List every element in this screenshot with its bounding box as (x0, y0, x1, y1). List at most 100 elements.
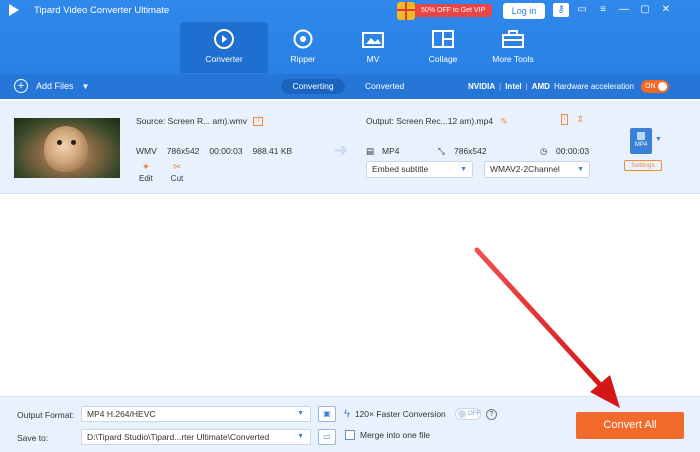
chevron-down-icon[interactable]: ▼ (82, 82, 90, 91)
pencil-icon[interactable]: ✎ (500, 116, 507, 126)
hw-acceleration-toggle[interactable]: ON (641, 80, 669, 93)
edit-button[interactable]: ✦ Edit (139, 162, 153, 183)
chevron-down-icon: ▼ (297, 410, 304, 417)
source-duration: 00:00:03 (209, 146, 243, 156)
tab-ripper[interactable]: Ripper (268, 22, 338, 70)
settings-button[interactable]: Settings (624, 160, 662, 171)
chevron-down-icon: ▼ (297, 433, 304, 440)
main-nav: Converter Ripper MV Collage More Tools (180, 22, 548, 73)
audio-value: WMAV2-2Channel (490, 164, 560, 174)
login-button[interactable]: Log in (503, 3, 545, 19)
chevron-down-icon: ▼ (577, 166, 584, 173)
disc-icon (293, 29, 313, 49)
info-icon[interactable]: i (253, 117, 264, 127)
tab-mv[interactable]: MV (338, 22, 408, 70)
menu-icon[interactable]: ≡ (595, 3, 611, 17)
vip-promo-label[interactable]: 50% OFF to Get VIP (413, 4, 493, 17)
gift-icon (397, 1, 415, 20)
hw-intel: Intel (505, 82, 522, 91)
output-format-value: MP4 H.264/HEVC (87, 409, 156, 419)
subtitle-value: Embed subtitle (372, 164, 429, 174)
output-filename: Output: Screen Rec...12 am).mp4 (366, 116, 494, 126)
tab-collage-label: Collage (428, 54, 458, 64)
add-files-button[interactable]: + Add Files ▼ (14, 79, 89, 93)
convert-all-button[interactable]: Convert All (576, 412, 684, 439)
merge-option[interactable]: Merge into one file (345, 430, 430, 440)
tab-more-tools-label: More Tools (492, 54, 534, 64)
merge-checkbox[interactable] (345, 430, 355, 440)
output-format: MP4 (382, 146, 400, 156)
output-format-select[interactable]: MP4 H.264/HEVC ▼ (81, 406, 311, 422)
window-controls: ⚷ ▭ ≡ — ▢ ✕ (553, 3, 679, 17)
app-logo-icon (9, 4, 19, 16)
close-icon[interactable]: ✕ (658, 3, 674, 17)
faster-conversion-toggle[interactable]: OFF (454, 408, 481, 420)
film-icon: ▤ (366, 146, 375, 156)
edit-label: Edit (139, 174, 153, 183)
save-to-select[interactable]: D:\Tipard Studio\Tipard...rter Ultimate\… (81, 429, 311, 445)
faster-conversion: ϟ 120× Faster Conversion OFF ? (344, 408, 497, 420)
key-icon[interactable]: ⚷ (553, 3, 569, 17)
app-title: Tipard Video Converter Ultimate (34, 5, 170, 16)
output-resolution: 786x542 (454, 146, 487, 156)
tab-collage[interactable]: Collage (408, 22, 478, 70)
video-thumbnail[interactable] (14, 118, 120, 178)
format-settings-icon[interactable]: ▣ (318, 406, 336, 422)
output-info: Output: Screen Rec...12 am).mp4 ✎ (366, 116, 508, 127)
compress-icon[interactable]: ⇕ (576, 114, 584, 125)
source-resolution: 786x542 (166, 146, 200, 156)
faster-label: 120× Faster Conversion (354, 409, 446, 419)
source-meta: WMV 786x542 00:00:03 988.41 KB (136, 146, 292, 156)
plus-icon: + (14, 79, 28, 93)
tab-converted[interactable]: Converted (365, 79, 404, 94)
info-box-icon[interactable]: i (561, 114, 569, 125)
subtitle-select[interactable]: Embed subtitle ▼ (366, 161, 473, 178)
tab-mv-label: MV (366, 54, 380, 64)
save-to-label: Save to: (17, 433, 49, 443)
converter-icon (214, 29, 234, 49)
output-format-label: Output Format: (17, 410, 75, 420)
title-bar: Tipard Video Converter Ultimate 50% OFF … (0, 0, 700, 74)
chevron-down-icon[interactable]: ▼ (655, 136, 662, 143)
source-format: WMV (136, 146, 157, 156)
tab-converting[interactable]: Converting (281, 79, 345, 94)
hw-label: Hardware acceleration (553, 82, 634, 91)
feedback-icon[interactable]: ▭ (574, 3, 590, 17)
thumbnail-subject (44, 126, 88, 172)
minimize-icon[interactable]: — (616, 3, 632, 17)
scissors-icon: ✂ (172, 162, 182, 173)
cut-label: Cut (170, 174, 184, 183)
cut-button[interactable]: ✂ Cut (171, 162, 183, 183)
edit-tools: ✦ Edit ✂ Cut (139, 162, 183, 183)
lightning-icon: ϟ (344, 408, 350, 420)
tab-converter[interactable]: Converter (180, 22, 268, 73)
vip-promo[interactable]: 50% OFF to Get VIP (397, 1, 493, 20)
folder-icon[interactable]: ▭ (318, 429, 336, 445)
output-format-button[interactable]: MP4 (630, 128, 652, 154)
maximize-icon[interactable]: ▢ (637, 3, 653, 17)
add-files-label: Add Files (36, 81, 74, 91)
save-to-value: D:\Tipard Studio\Tipard...rter Ultimate\… (87, 432, 270, 442)
source-size: 988.41 KB (252, 146, 293, 156)
source-info: Source: Screen R... am).wmv i (136, 116, 264, 127)
audio-select[interactable]: WMAV2-2Channel ▼ (484, 161, 590, 178)
edit-icon: ✦ (141, 162, 151, 173)
tab-ripper-label: Ripper (290, 54, 316, 64)
mv-icon (362, 32, 384, 48)
resize-icon: ⤡ (438, 146, 445, 156)
hw-nvidia: NVIDIA (468, 82, 496, 91)
collage-icon (432, 30, 454, 48)
hw-amd: AMD (531, 82, 550, 91)
output-actions: i ⇕ (561, 114, 584, 125)
toolbar: + Add Files ▼ Converting Converted NVIDI… (0, 74, 700, 99)
tab-more-tools[interactable]: More Tools (478, 22, 548, 70)
output-duration: 00:00:03 (556, 146, 590, 156)
clock-icon: ◷ (540, 146, 548, 156)
merge-label: Merge into one file (360, 430, 430, 440)
tab-converter-label: Converter (205, 54, 243, 64)
toolbox-icon (502, 30, 524, 48)
hardware-acceleration: NVIDIA | Intel | AMD Hardware accelerati… (468, 79, 634, 94)
source-filename: Source: Screen R... am).wmv (136, 116, 248, 126)
help-icon[interactable]: ? (485, 408, 497, 420)
arrow-right-icon: ➔ (333, 140, 349, 160)
